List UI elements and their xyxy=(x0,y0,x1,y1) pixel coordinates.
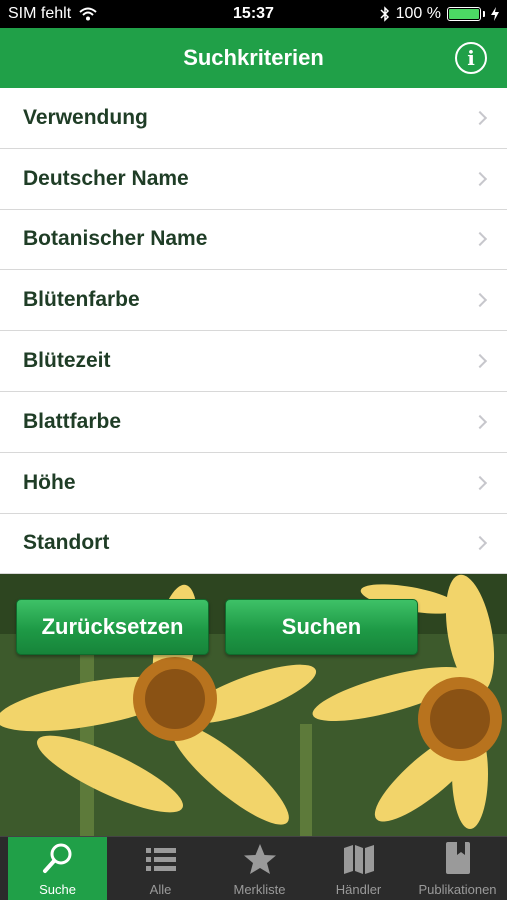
chevron-right-icon xyxy=(472,475,488,490)
chevron-right-icon xyxy=(472,414,488,429)
tab-label: Händler xyxy=(335,882,382,897)
status-bar: SIM fehlt 15:37 100 % xyxy=(0,0,507,28)
criteria-row[interactable]: Verwendung xyxy=(0,88,507,149)
chevron-right-icon xyxy=(472,354,488,369)
book-icon xyxy=(443,841,473,882)
tab-label: Suche xyxy=(39,882,76,897)
criteria-label: Blütenfarbe xyxy=(23,288,140,312)
reset-button[interactable]: Zurücksetzen xyxy=(16,599,209,655)
tab-map[interactable]: Händler xyxy=(309,837,408,900)
tab-label: Merkliste xyxy=(233,882,286,897)
status-left: SIM fehlt xyxy=(8,5,97,23)
nav-bar: Suchkriterien i xyxy=(0,28,507,88)
criteria-row[interactable]: Deutscher Name xyxy=(0,148,507,210)
wifi-icon xyxy=(79,7,97,21)
criteria-row[interactable]: Standort xyxy=(0,513,507,575)
criteria-row[interactable]: Höhe xyxy=(0,452,507,514)
criteria-row[interactable]: Blattfarbe xyxy=(0,391,507,453)
chevron-right-icon xyxy=(472,536,488,551)
chevron-right-icon xyxy=(472,171,488,186)
star-icon xyxy=(243,843,277,882)
list-icon xyxy=(144,845,178,882)
criteria-label: Höhe xyxy=(23,470,76,494)
criteria-label: Botanischer Name xyxy=(23,227,208,251)
tab-label: Publikationen xyxy=(418,882,497,897)
tab-star[interactable]: Merkliste xyxy=(210,837,309,900)
criteria-label: Deutscher Name xyxy=(23,166,189,190)
criteria-label: Standort xyxy=(23,531,110,555)
criteria-row[interactable]: Blütezeit xyxy=(0,331,507,392)
carrier-text: SIM fehlt xyxy=(8,5,72,22)
page-title: Suchkriterien xyxy=(183,45,324,70)
info-icon[interactable]: i xyxy=(455,42,487,74)
search-icon xyxy=(41,841,75,882)
status-right: 100 % xyxy=(380,5,499,23)
tab-search[interactable]: Suche xyxy=(8,837,107,900)
tab-bar: Suche Alle Merkliste Händler Publikationen xyxy=(0,836,507,900)
criteria-label: Blütezeit xyxy=(23,349,111,373)
criteria-label: Verwendung xyxy=(23,105,148,129)
chevron-right-icon xyxy=(472,293,488,308)
criteria-row[interactable]: Botanischer Name xyxy=(0,209,507,271)
tab-book[interactable]: Publikationen xyxy=(408,837,507,900)
criteria-label: Blattfarbe xyxy=(23,409,122,433)
tab-list[interactable]: Alle xyxy=(111,837,210,900)
chevron-right-icon xyxy=(472,232,488,247)
bluetooth-icon xyxy=(380,6,389,22)
criteria-row[interactable]: Blütenfarbe xyxy=(0,270,507,332)
tab-label: Alle xyxy=(149,882,172,897)
battery-icon xyxy=(447,7,485,21)
charging-icon xyxy=(491,7,499,21)
search-button[interactable]: Suchen xyxy=(225,599,418,655)
battery-fill xyxy=(449,9,479,19)
map-icon xyxy=(342,843,376,882)
chevron-right-icon xyxy=(472,110,488,125)
battery-percent: 100 % xyxy=(395,5,441,22)
criteria-list: Verwendung Deutscher Name Botanischer Name… xyxy=(0,88,507,575)
